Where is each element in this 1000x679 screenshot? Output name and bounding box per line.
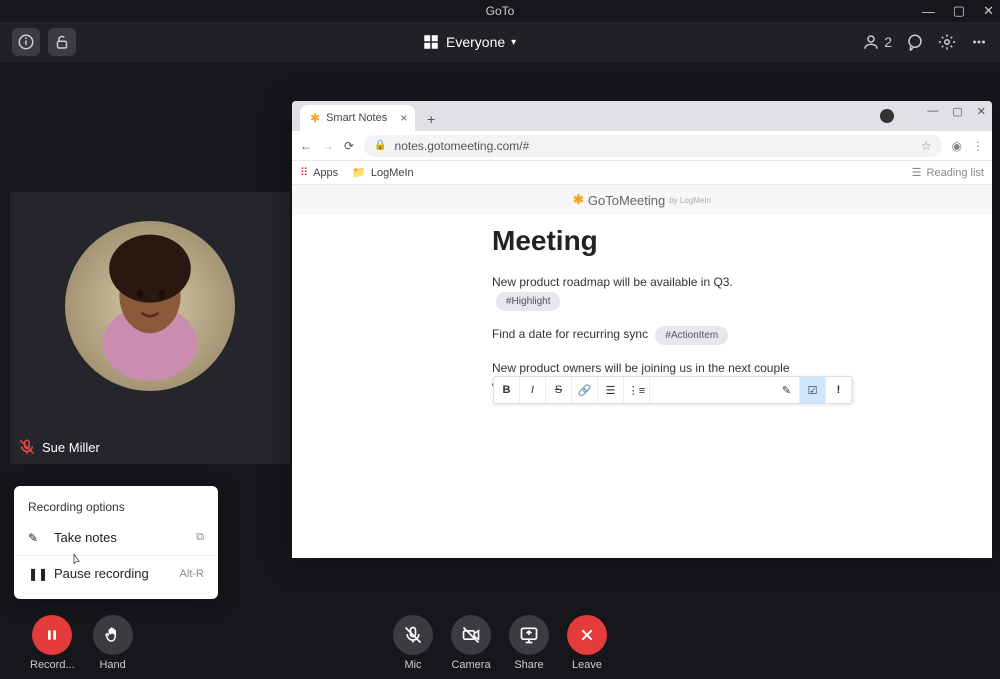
grid-icon bbox=[422, 33, 440, 51]
apps-button[interactable]: ⠿ Apps bbox=[300, 166, 338, 179]
close-icon bbox=[567, 615, 607, 655]
bookmark-logmein[interactable]: 📁 LogMeIn bbox=[352, 166, 414, 179]
folder-icon: 📁 bbox=[352, 166, 366, 179]
tab-favicon-icon: ✱ bbox=[310, 111, 320, 125]
lock-icon: 🔒 bbox=[374, 140, 386, 151]
brand-label: GoToMeeting bbox=[588, 193, 665, 208]
mic-button[interactable]: Mic bbox=[393, 615, 433, 671]
brand-icon: ✱ bbox=[573, 192, 584, 208]
tab-close-button[interactable]: × bbox=[400, 111, 407, 125]
smart-notes-window: ✱ Smart Notes × + — ▢ ✕ ← → ⟳ 🔒 notes.go… bbox=[292, 101, 992, 558]
view-selector[interactable]: Everyone ▾ bbox=[422, 33, 516, 51]
mic-muted-icon bbox=[18, 438, 36, 456]
view-label: Everyone bbox=[446, 34, 505, 50]
recording-options-popup: Recording options ✎ Take notes ⧉ ❚❚ Paus… bbox=[14, 486, 218, 599]
tab-title: Smart Notes bbox=[326, 112, 387, 124]
notes-icon: ✎ bbox=[28, 531, 44, 545]
browser-address-bar: ← → ⟳ 🔒 notes.gotomeeting.com/# ☆ ◉ ⋮ bbox=[292, 131, 992, 161]
checkbox-button[interactable]: ☑ bbox=[800, 377, 826, 403]
list-icon: ☰ bbox=[912, 166, 922, 179]
highlight-button[interactable]: ✎ bbox=[774, 377, 800, 403]
browser-minimize-button[interactable]: — bbox=[927, 105, 938, 118]
mic-off-icon bbox=[393, 615, 433, 655]
highlight-tag[interactable]: #Highlight bbox=[496, 292, 560, 311]
bookmark-bar: ⠿ Apps 📁 LogMeIn ☰ Reading list bbox=[292, 161, 992, 185]
back-button[interactable]: ← bbox=[300, 139, 312, 153]
shortcut-label: Alt-R bbox=[180, 568, 204, 580]
camera-off-icon bbox=[451, 615, 491, 655]
ordered-list-button[interactable]: ☰ bbox=[598, 377, 624, 403]
participant-count: 2 bbox=[884, 34, 892, 50]
participant-tile[interactable]: Sue Miller bbox=[10, 192, 290, 464]
gear-icon bbox=[938, 33, 956, 51]
bold-button[interactable]: B bbox=[494, 377, 520, 403]
page-content: ✱ GoToMeeting by LogMeIn Meeting New pro… bbox=[292, 185, 992, 558]
page-brand-header: ✱ GoToMeeting by LogMeIn bbox=[292, 185, 992, 215]
share-button[interactable]: Share bbox=[509, 615, 549, 671]
window-titlebar: GoTo — ▢ ✕ bbox=[0, 0, 1000, 22]
more-icon bbox=[970, 33, 988, 51]
camera-button[interactable]: Camera bbox=[451, 615, 491, 671]
close-button[interactable]: ✕ bbox=[983, 3, 994, 19]
url-text: notes.gotomeeting.com/# bbox=[395, 139, 530, 153]
participant-avatar bbox=[65, 221, 235, 391]
leave-button[interactable]: Leave bbox=[567, 615, 607, 671]
notes-editor[interactable]: Meeting New product roadmap will be avai… bbox=[292, 215, 992, 397]
url-input[interactable]: 🔒 notes.gotomeeting.com/# ☆ bbox=[364, 135, 941, 157]
bookmark-star-button[interactable]: ☆ bbox=[921, 139, 932, 153]
actionitem-tag[interactable]: #ActionItem bbox=[655, 326, 728, 345]
external-link-icon: ⧉ bbox=[196, 531, 204, 544]
take-notes-item[interactable]: ✎ Take notes ⧉ bbox=[14, 522, 218, 553]
settings-button[interactable] bbox=[938, 33, 956, 51]
italic-button[interactable]: I bbox=[520, 377, 546, 403]
popup-title: Recording options bbox=[14, 496, 218, 522]
recording-indicator-icon bbox=[880, 109, 894, 123]
lock-button[interactable] bbox=[48, 28, 76, 56]
browser-close-button[interactable]: ✕ bbox=[977, 105, 986, 118]
hand-button[interactable]: Hand bbox=[93, 615, 133, 671]
chat-icon bbox=[906, 33, 924, 51]
hand-icon bbox=[93, 615, 133, 655]
browser-tab[interactable]: ✱ Smart Notes × bbox=[300, 105, 415, 131]
browser-maximize-button[interactable]: ▢ bbox=[952, 105, 962, 118]
lock-open-icon bbox=[53, 33, 71, 51]
info-button[interactable] bbox=[12, 28, 40, 56]
participant-name-label: Sue Miller bbox=[18, 438, 100, 456]
cursor-pointer-icon bbox=[68, 553, 84, 569]
important-button[interactable]: ! bbox=[826, 377, 852, 403]
pause-recording-icon bbox=[32, 615, 72, 655]
top-toolbar: Everyone ▾ 2 bbox=[0, 22, 1000, 62]
apps-grid-icon: ⠿ bbox=[300, 166, 308, 179]
notes-heading[interactable]: Meeting bbox=[492, 225, 792, 257]
link-button[interactable]: 🔗 bbox=[572, 377, 598, 403]
record-button[interactable]: Record... bbox=[30, 615, 75, 671]
format-toolbar: B I S 🔗 ☰ ⋮≡ ✎ ☑ ! bbox=[493, 376, 853, 404]
unordered-list-button[interactable]: ⋮≡ bbox=[624, 377, 650, 403]
pause-recording-item[interactable]: ❚❚ Pause recording Alt-R bbox=[14, 558, 218, 589]
chevron-down-icon: ▾ bbox=[511, 37, 516, 48]
reload-button[interactable]: ⟳ bbox=[344, 139, 354, 153]
new-tab-button[interactable]: + bbox=[419, 111, 443, 127]
maximize-button[interactable]: ▢ bbox=[953, 3, 965, 19]
minimize-button[interactable]: — bbox=[922, 4, 935, 19]
info-icon bbox=[17, 33, 35, 51]
forward-button[interactable]: → bbox=[322, 139, 334, 153]
browser-tab-strip: ✱ Smart Notes × + — ▢ ✕ bbox=[292, 101, 992, 131]
note-line-2[interactable]: Find a date for recurring sync #ActionIt… bbox=[492, 325, 792, 345]
share-screen-icon bbox=[509, 615, 549, 655]
strike-button[interactable]: S bbox=[546, 377, 572, 403]
participants-button[interactable]: 2 bbox=[862, 33, 892, 51]
browser-menu-button[interactable]: ⋮ bbox=[972, 139, 984, 153]
more-button[interactable] bbox=[970, 33, 988, 51]
person-icon bbox=[862, 33, 880, 51]
chat-button[interactable] bbox=[906, 33, 924, 51]
pause-icon: ❚❚ bbox=[28, 567, 44, 581]
reading-list-button[interactable]: ☰ Reading list bbox=[912, 166, 984, 179]
window-title: GoTo bbox=[486, 4, 515, 18]
note-line-1[interactable]: New product roadmap will be available in… bbox=[492, 273, 792, 311]
profile-button[interactable]: ◉ bbox=[952, 139, 962, 153]
bottom-controls: Record... Hand Mic Camera Share bbox=[0, 601, 1000, 679]
